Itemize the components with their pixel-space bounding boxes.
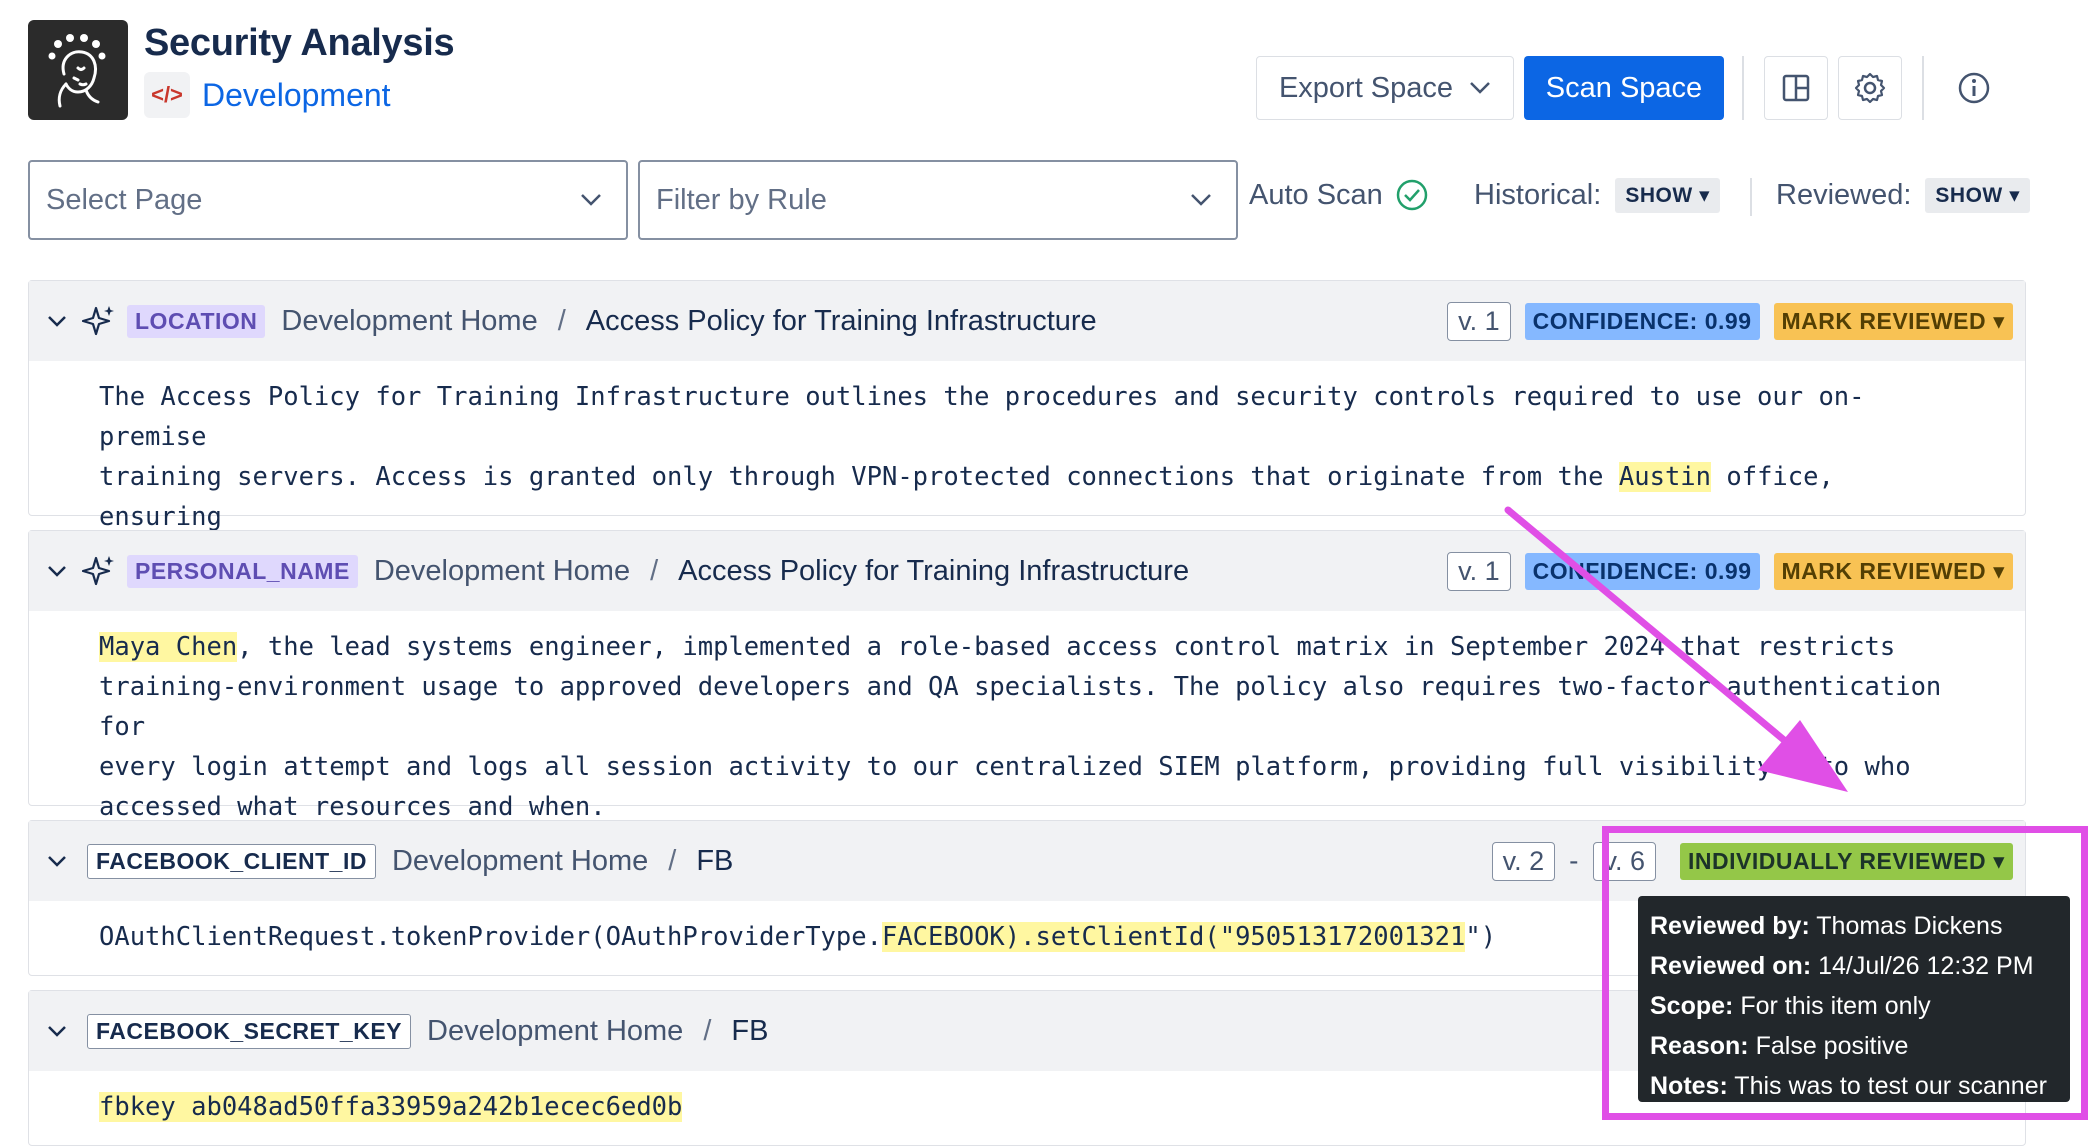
reviewed-toggle[interactable]: Reviewed: SHOW ▾ <box>1776 178 2031 213</box>
version-from-badge[interactable]: v. 2 <box>1491 841 1556 881</box>
historical-value[interactable]: SHOW ▾ <box>1615 178 1721 213</box>
chevron-down-icon[interactable] <box>43 315 71 327</box>
version-badge[interactable]: v. 1 <box>1447 301 1511 341</box>
finding-excerpt: Maya Chen, the lead systems engineer, im… <box>29 611 2025 843</box>
finding-header[interactable]: LOCATION Development Home / Access Polic… <box>29 281 2025 361</box>
divider <box>1742 56 1744 120</box>
rule-type-badge: PERSONAL_NAME <box>127 554 358 588</box>
version-range-dash: - <box>1569 845 1579 876</box>
select-page-dropdown[interactable]: Select Page <box>28 160 628 240</box>
chevron-down-icon[interactable] <box>43 855 71 867</box>
woman-with-flowers-icon <box>48 34 106 108</box>
excerpt-text: ") <box>1465 922 1497 952</box>
historical-label: Historical: <box>1474 179 1602 211</box>
breadcrumb-root[interactable]: Development Home <box>281 305 537 338</box>
finding-card: LOCATION Development Home / Access Polic… <box>28 280 2026 572</box>
chevron-down-icon[interactable] <box>43 565 71 577</box>
breadcrumb-page[interactable]: FB <box>731 1015 768 1048</box>
breadcrumb-root[interactable]: Development Home <box>374 555 630 588</box>
matched-text: FACEBOOK).setClientId("950513172001321 <box>881 922 1466 952</box>
code-icon: </> <box>144 72 190 118</box>
rule-type-badge: FACEBOOK_CLIENT_ID <box>87 843 376 879</box>
reviewed-label: Reviewed: <box>1776 179 1912 211</box>
space-link[interactable]: </> Development <box>144 72 391 118</box>
info-icon <box>1958 72 1990 104</box>
auto-scan-label: Auto Scan <box>1249 178 1383 211</box>
excerpt-text: , the lead systems engineer, implemented… <box>99 632 1942 822</box>
breadcrumb-page[interactable]: Access Policy for Training Infrastructur… <box>586 305 1097 338</box>
chevron-down-icon[interactable] <box>43 1025 71 1037</box>
matched-text: fbkey ab048ad50ffa33959a242b1ecec6ed0b <box>99 1092 683 1122</box>
annotation-highlight-box <box>1602 826 2088 1120</box>
export-space-label: Export Space <box>1278 71 1454 104</box>
rule-type-badge: LOCATION <box>127 304 266 338</box>
divider <box>1750 178 1752 216</box>
breadcrumb-separator: / <box>668 844 677 877</box>
historical-toggle[interactable]: Historical: SHOW ▾ <box>1474 178 1721 213</box>
page-title: Security Analysis <box>144 22 455 64</box>
filter-rule-placeholder: Filter by Rule <box>656 183 827 216</box>
export-space-button[interactable]: Export Space <box>1256 56 1514 120</box>
gear-icon <box>1854 72 1886 104</box>
breadcrumb-separator: / <box>650 554 659 587</box>
breadcrumb-separator: / <box>703 1014 712 1047</box>
breadcrumb-page[interactable]: FB <box>696 845 733 878</box>
chevron-down-icon <box>1191 194 1211 206</box>
check-circle-icon <box>1396 179 1428 211</box>
mark-reviewed-button[interactable]: MARK REVIEWED ▾ <box>1773 552 2013 590</box>
space-name[interactable]: Development <box>202 77 391 114</box>
divider <box>1922 56 1924 120</box>
info-button[interactable] <box>1942 56 2006 120</box>
filter-rule-dropdown[interactable]: Filter by Rule <box>638 160 1238 240</box>
auto-scan-status[interactable]: Auto Scan <box>1249 178 1429 212</box>
chevron-down-icon <box>1470 82 1490 94</box>
rule-type-badge: FACEBOOK_SECRET_KEY <box>87 1013 412 1049</box>
confidence-badge: CONFIDENCE: 0.99 <box>1524 302 1760 340</box>
settings-button[interactable] <box>1838 56 1902 120</box>
excerpt-text: The Access Policy for Training Infrastru… <box>99 382 1865 492</box>
select-page-placeholder: Select Page <box>46 183 203 216</box>
confidence-badge: CONFIDENCE: 0.99 <box>1524 552 1760 590</box>
matched-text: Maya Chen <box>99 632 238 662</box>
excerpt-text: OAuthClientRequest.tokenProvider(OAuthPr… <box>99 922 882 952</box>
layout-toggle-button[interactable] <box>1764 56 1828 120</box>
version-badge[interactable]: v. 1 <box>1447 551 1511 591</box>
finding-card: PERSONAL_NAME Development Home / Access … <box>28 530 2026 822</box>
ai-sparkle-icon <box>79 551 119 591</box>
finding-header[interactable]: PERSONAL_NAME Development Home / Access … <box>29 531 2025 611</box>
app-logo <box>28 20 128 120</box>
breadcrumb-root[interactable]: Development Home <box>392 845 648 878</box>
breadcrumb-page[interactable]: Access Policy for Training Infrastructur… <box>678 555 1189 588</box>
ai-sparkle-icon <box>79 301 119 341</box>
chevron-down-icon <box>581 194 601 206</box>
breadcrumb-root[interactable]: Development Home <box>427 1015 683 1048</box>
reviewed-value[interactable]: SHOW ▾ <box>1925 178 2031 213</box>
breadcrumb-separator: / <box>557 304 566 337</box>
layout-icon <box>1782 74 1810 102</box>
mark-reviewed-button[interactable]: MARK REVIEWED ▾ <box>1773 302 2013 340</box>
scan-space-button[interactable]: Scan Space <box>1524 56 1724 120</box>
matched-text: Austin <box>1618 462 1712 492</box>
